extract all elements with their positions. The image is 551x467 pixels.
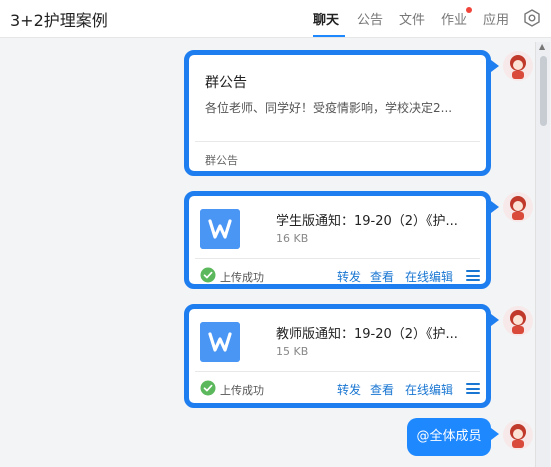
homework-badge [466,7,472,13]
edit-online-button[interactable]: 在线编辑 [405,381,453,398]
file-message-card[interactable]: 学生版通知：19-20（2）《护... 16 KB 上传成功 转发 查看 在线编… [184,191,491,289]
top-bar: 3+2护理案例 聊天 公告 文件 作业 应用 [0,0,551,38]
bubble-tail [491,314,499,326]
edit-online-button[interactable]: 在线编辑 [405,268,453,285]
tab-files[interactable]: 文件 [399,9,425,28]
forward-button[interactable]: 转发 [337,381,361,398]
more-menu-icon[interactable] [466,270,480,281]
wps-document-icon [200,322,240,362]
avatar[interactable] [503,420,533,450]
hexagon-gear-icon[interactable] [522,8,542,28]
tab-homework[interactable]: 作业 [441,9,467,28]
file-name[interactable]: 学生版通知：19-20（2）《护... [276,210,461,229]
announcement-body: 各位老师、同学好！受疫情影响，学校决定2... [205,101,453,115]
success-check-icon [200,267,216,283]
tab-apps[interactable]: 应用 [483,9,509,28]
scrollbar[interactable]: ▲ [535,42,550,467]
file-size: 16 KB [276,232,309,245]
wps-document-icon [200,209,240,249]
avatar[interactable] [503,192,533,222]
avatar-icon [510,424,526,448]
divider [195,371,480,372]
file-name[interactable]: 教师版通知：19-20（2）《护... [276,323,461,342]
divider [195,258,480,259]
bubble-tail [491,201,499,213]
avatar-icon [510,196,526,220]
success-check-icon [200,380,216,396]
announcement-card[interactable]: 群公告 各位老师、同学好！受疫情影响，学校决定2... 群公告 [184,50,491,176]
view-button[interactable]: 查看 [370,268,394,285]
mention-all-message[interactable]: @全体成员 [407,418,491,456]
avatar-icon [510,55,526,79]
forward-button[interactable]: 转发 [337,268,361,285]
bubble-tail [491,428,499,440]
file-size: 15 KB [276,345,309,358]
more-menu-icon[interactable] [466,383,480,394]
divider [195,141,480,142]
announcement-footer: 群公告 [205,154,238,167]
active-tab-indicator [313,35,345,37]
scroll-thumb[interactable] [540,56,547,126]
announcement-title: 群公告 [205,75,247,91]
avatar-icon [510,310,526,334]
tab-announcements[interactable]: 公告 [357,9,383,28]
bubble-tail [491,60,499,72]
file-message-card[interactable]: 教师版通知：19-20（2）《护... 15 KB 上传成功 转发 查看 在线编… [184,304,491,408]
scroll-up-arrow-icon[interactable]: ▲ [539,42,545,51]
avatar[interactable] [503,51,533,81]
group-title: 3+2护理案例 [10,11,108,30]
upload-status: 上传成功 [220,271,264,284]
tab-chat[interactable]: 聊天 [313,9,339,28]
view-button[interactable]: 查看 [370,381,394,398]
upload-status: 上传成功 [220,384,264,397]
avatar[interactable] [503,306,533,336]
